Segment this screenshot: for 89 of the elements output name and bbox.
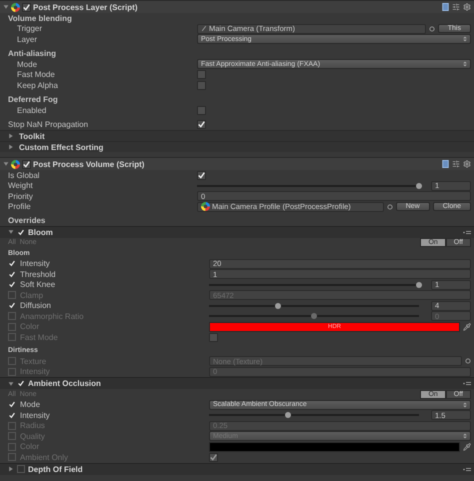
component-header[interactable]: Post Process Layer (Script) [0,0,474,13]
checkbox[interactable] [197,120,206,130]
checkbox[interactable] [197,80,206,90]
foldout-arrow-icon[interactable] [8,466,14,472]
profile-icon [201,202,210,212]
effect-title: Depth Of Field [28,464,83,474]
color-field[interactable] [209,442,460,452]
book-icon[interactable] [442,3,449,11]
effect-title: Ambient Occlusion [28,379,101,388]
foldout-header[interactable]: Toolkit [0,130,474,141]
effect-header[interactable]: Ambient Occlusion [0,377,474,389]
component-header[interactable]: Post Process Volume (Script) [0,157,474,170]
property-label: Priority [8,192,33,201]
section-heading: Anti-aliasing [8,49,56,58]
property-label: Soft Knee [20,280,56,290]
foldout-header[interactable]: Custom Effect Sorting [0,141,474,152]
effect-header[interactable]: Depth Of Field [0,462,474,474]
property-label: Trigger [17,24,42,34]
book-icon[interactable] [442,160,449,168]
checkbox[interactable] [197,170,206,180]
property-label: Intensity [20,259,50,268]
effect-title: Bloom [28,228,53,236]
object-picker-icon[interactable] [465,358,471,364]
override-checkbox[interactable] [8,422,16,430]
object-picker-icon[interactable] [386,204,393,210]
updown-icon [463,433,467,440]
sliders-icon[interactable] [452,160,460,168]
foldout-arrow-icon[interactable] [3,4,9,10]
checkbox[interactable] [197,106,206,115]
property-label: Keep Alpha [17,80,58,90]
property-label: Profile [8,202,31,212]
settings-icon[interactable] [463,3,471,11]
settings-icon[interactable] [463,160,471,168]
component-icon [11,2,20,12]
component-title: Post Process Volume (Script) [33,160,144,168]
override-checkbox[interactable] [8,333,16,342]
component-title: Post Process Layer (Script) [33,2,138,12]
checkbox[interactable] [197,70,206,80]
override-checkbox[interactable] [8,453,16,462]
checkbox[interactable] [22,160,31,168]
slider-thumb[interactable] [416,182,422,189]
menu-icon[interactable] [463,381,471,386]
property-label: Stop NaN Propagation [8,120,88,130]
object-picker-icon[interactable] [428,26,435,32]
property-label: Is Global [8,170,40,180]
property-label: Layer [17,34,38,44]
slider-track[interactable] [209,280,419,289]
component-icon [11,160,20,168]
object-icon [201,25,207,32]
foldout-arrow-icon[interactable] [8,380,14,386]
effect-header[interactable]: Bloom [0,226,474,238]
slider-thumb[interactable] [416,282,422,288]
eyedropper-icon[interactable] [463,322,471,331]
override-checkbox[interactable] [8,312,16,320]
override-checkbox[interactable] [8,322,16,331]
property-label: Intensity [20,410,50,420]
sliders-icon[interactable] [452,3,460,11]
property-label: Threshold [20,270,56,279]
override-checkbox[interactable] [8,432,16,440]
property-label: Diffusion [20,301,51,310]
property-label: Fast Mode [17,70,55,80]
property-label: Enabled [17,106,46,115]
effect-checkbox[interactable] [17,465,25,473]
foldout-arrow-icon[interactable] [8,229,14,235]
slider-thumb[interactable] [311,313,317,320]
section-heading: Overrides [8,216,46,225]
property-label: Mode [17,60,38,69]
property-label: Weight [8,181,33,190]
checkbox[interactable] [22,2,31,12]
override-checkbox[interactable] [8,442,16,451]
eyedropper-icon[interactable] [463,442,471,451]
updown-icon [463,402,467,408]
override-checkbox[interactable] [8,357,16,366]
updown-icon [463,36,467,42]
checkbox[interactable] [209,452,218,462]
foldout-arrow-icon[interactable] [8,133,14,139]
property-label: Mode [20,400,40,410]
foldout-arrow-icon[interactable] [8,144,14,150]
updown-icon [463,61,467,68]
override-checkbox[interactable] [8,368,16,376]
menu-icon[interactable] [463,466,471,472]
menu-icon[interactable] [463,230,471,234]
foldout-arrow-icon[interactable] [3,161,9,167]
section-heading: Volume blending [8,14,72,23]
checkbox[interactable] [209,332,218,342]
slider-thumb[interactable] [275,302,282,309]
section-heading: Deferred Fog [8,95,58,104]
slider-thumb[interactable] [284,412,291,418]
override-checkbox[interactable] [8,291,16,300]
